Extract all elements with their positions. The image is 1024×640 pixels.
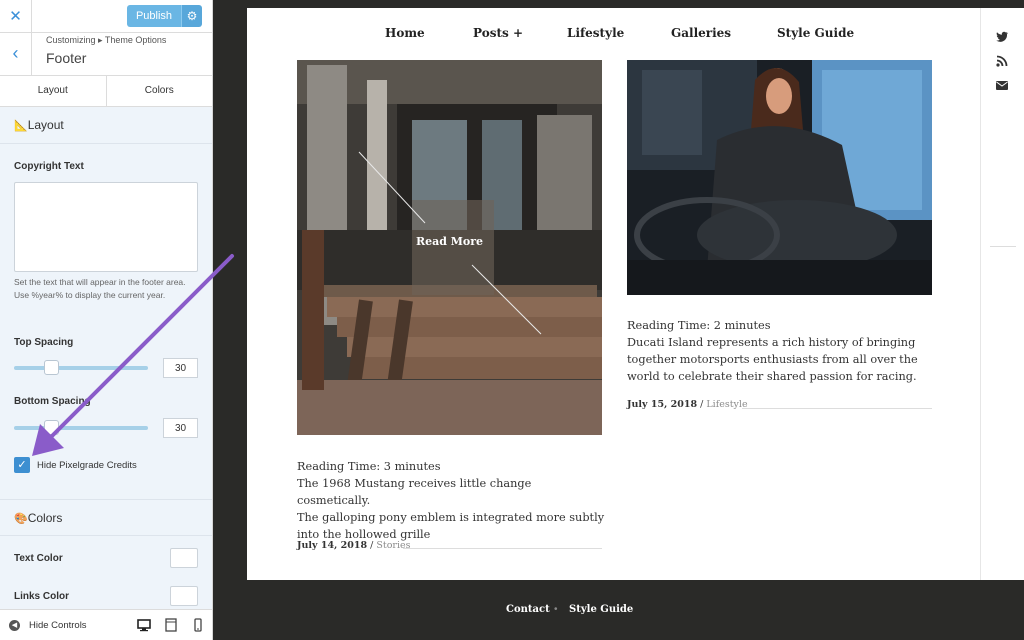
meta-divider — [403, 548, 602, 549]
post-thumbnail-mustang[interactable]: Read More — [297, 60, 602, 435]
bottom-spacing-slider[interactable] — [14, 426, 148, 430]
reading-time: Reading Time: 2 minutes — [627, 319, 771, 332]
post-excerpt-ducati[interactable]: Reading Time: 2 minutes Ducati Island re… — [627, 317, 937, 385]
desktop-icon[interactable] — [137, 618, 151, 632]
excerpt-line: The galloping pony emblem is integrated … — [297, 511, 605, 524]
copyright-help-text: Set the text that will appear in the foo… — [14, 277, 186, 300]
twitter-icon[interactable] — [995, 30, 1009, 44]
nav-item-lifestyle[interactable]: Lifestyle — [567, 26, 624, 40]
top-spacing-slider-handle[interactable] — [44, 360, 59, 375]
text-color-label: Text Color — [14, 553, 63, 564]
post-excerpt-mustang[interactable]: Reading Time: 3 minutes The 1968 Mustang… — [297, 458, 607, 543]
layout-group-title: Layout — [27, 118, 64, 132]
excerpt-line: Ducati Island represents a rich history … — [627, 336, 916, 349]
customizer-header: ✕ Publish ⚙ — [0, 0, 212, 33]
nav-item-home[interactable]: Home — [385, 26, 425, 40]
layout-group-header[interactable]: 📐Layout — [0, 107, 212, 144]
excerpt-line: world to celebrate their shared passion … — [627, 370, 917, 383]
post-meta: July 15, 2018 / Lifestyle — [627, 399, 748, 410]
bottom-spacing-slider-handle[interactable] — [44, 420, 59, 435]
site-preview: Home Posts + Lifestyle Galleries Style G… — [247, 8, 1024, 580]
hide-controls-button[interactable]: Hide Controls — [29, 620, 87, 631]
section-tabs: Layout Colors — [0, 76, 212, 107]
social-sidebar — [980, 8, 1024, 580]
hide-controls-icon[interactable]: ◀ — [9, 620, 20, 631]
text-color-picker[interactable] — [170, 548, 198, 568]
links-color-picker[interactable] — [170, 586, 198, 606]
copyright-text-field[interactable] — [14, 182, 198, 272]
footer-link-style-guide[interactable]: Style Guide — [569, 604, 633, 615]
tab-colors[interactable]: Colors — [105, 76, 213, 106]
post-date: July 15, 2018 — [627, 399, 698, 410]
top-spacing-slider[interactable] — [14, 366, 148, 370]
post-date: July 14, 2018 — [297, 540, 368, 551]
reading-time: Reading Time: 3 minutes — [297, 460, 441, 473]
section-header: ‹ Customizing ▸ Theme Options Footer — [0, 33, 212, 76]
nav-item-style-guide[interactable]: Style Guide — [777, 26, 854, 40]
nav-item-posts[interactable]: Posts + — [473, 26, 523, 40]
copyright-text-label: Copyright Text — [14, 161, 84, 172]
woman-cafe-photo — [627, 60, 932, 295]
meta-divider — [742, 408, 932, 409]
tab-layout[interactable]: Layout — [0, 76, 106, 106]
ruler-icon: 📐 — [14, 120, 28, 132]
social-divider — [990, 246, 1016, 247]
publish-settings-gear-icon[interactable]: ⚙ — [181, 5, 202, 27]
back-arrow-icon[interactable]: ‹ — [0, 33, 32, 75]
post-category-link[interactable]: Stories — [376, 540, 410, 551]
hide-credits-label[interactable]: Hide Pixelgrade Credits — [37, 460, 137, 471]
read-more-link[interactable]: Read More — [297, 235, 602, 248]
section-title: Footer — [46, 50, 87, 66]
links-color-label: Links Color — [14, 591, 70, 602]
colors-group-title: Colors — [27, 511, 63, 525]
meta-separator: / — [697, 399, 707, 410]
breadcrumb: Customizing ▸ Theme Options — [46, 35, 167, 45]
post-meta: July 14, 2018 / Stories — [297, 540, 411, 551]
close-icon[interactable]: ✕ — [0, 0, 32, 33]
nav-item-galleries[interactable]: Galleries — [671, 26, 731, 40]
rss-icon[interactable] — [995, 54, 1009, 68]
bottom-spacing-label: Bottom Spacing — [14, 396, 91, 407]
meta-separator: / — [367, 540, 377, 551]
envelope-icon[interactable] — [995, 78, 1009, 92]
post-thumbnail-ducati[interactable] — [627, 60, 932, 295]
footer-link-contact[interactable]: Contact — [506, 604, 550, 615]
excerpt-line: The 1968 Mustang receives little change … — [297, 477, 532, 507]
footer-separator: • — [554, 604, 558, 615]
palette-icon: 🎨 — [14, 513, 28, 525]
customizer-panel: ✕ Publish ⚙ ‹ Customizing ▸ Theme Option… — [0, 0, 213, 640]
excerpt-line: together motorsports enthusiasts from al… — [627, 353, 918, 366]
main-navigation: Home Posts + Lifestyle Galleries Style G… — [247, 8, 980, 58]
site-footer: Contact • Style Guide — [247, 580, 1024, 640]
top-spacing-input[interactable]: 30 — [163, 358, 198, 378]
colors-group-header[interactable]: 🎨Colors — [0, 499, 212, 536]
tablet-icon[interactable] — [164, 618, 178, 632]
bottom-spacing-input[interactable]: 30 — [163, 418, 198, 438]
mobile-icon[interactable] — [191, 618, 205, 632]
top-spacing-label: Top Spacing — [14, 337, 74, 348]
publish-button[interactable]: Publish — [127, 5, 181, 27]
customizer-footer: ◀ Hide Controls — [0, 609, 212, 640]
hide-credits-checkbox[interactable]: ✓ — [14, 457, 30, 473]
